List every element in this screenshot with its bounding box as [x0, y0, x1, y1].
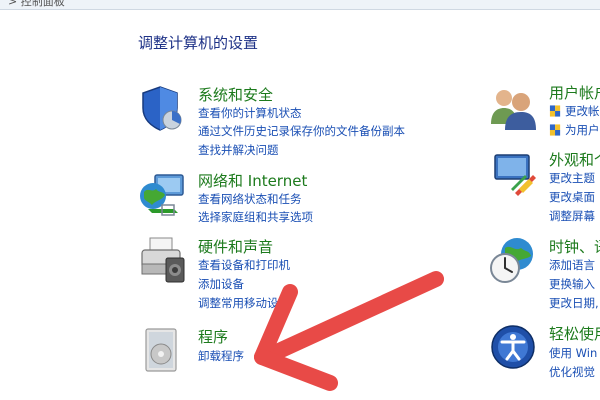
link-homegroup-sharing[interactable]: 选择家庭组和共享选项 [198, 209, 313, 225]
category-title-clock-language[interactable]: 时钟、语 [549, 236, 600, 257]
link-optimize-visual[interactable]: 优化视觉 [549, 364, 595, 380]
category-network-internet: 网络和 Internet 查看网络状态和任务 选择家庭组和共享选项 [138, 171, 438, 231]
category-ease-of-access: 轻松使用 使用 Win 优化视觉 [489, 323, 600, 383]
category-programs: 程序 卸载程序 [138, 326, 438, 376]
window-title-bar: > 控制面板 [0, 0, 600, 10]
category-title-appearance[interactable]: 外观和个 [549, 149, 600, 170]
category-clock-language-region: 时钟、语 添加语言 更换输入 更改日期, [489, 236, 600, 316]
category-appearance: 外观和个 更改主题 更改桌面 调整屏幕 [489, 149, 600, 229]
category-hardware-sound: 硬件和声音 查看设备和打印机 添加设备 调整常用移动设置 [138, 236, 438, 316]
page-title: 调整计算机的设置 [138, 34, 259, 52]
shield-icon[interactable] [138, 84, 186, 132]
link-view-network-status[interactable]: 查看网络状态和任务 [198, 191, 302, 207]
link-mobility-settings[interactable]: 调整常用移动设置 [198, 295, 290, 311]
category-title-network-internet[interactable]: 网络和 Internet [198, 170, 307, 191]
category-title-user-accounts[interactable]: 用户帐户 [549, 82, 600, 103]
printer-icon[interactable] [138, 236, 186, 284]
network-globe-icon[interactable] [138, 171, 186, 219]
users-icon[interactable] [489, 84, 537, 132]
category-user-accounts: 用户帐户 更改帐 为用户 [489, 84, 600, 144]
link-view-computer-status[interactable]: 查看你的计算机状态 [198, 105, 302, 121]
link-change-account[interactable]: 更改帐 [565, 103, 600, 119]
link-change-desktop[interactable]: 更改桌面 [549, 189, 595, 205]
category-title-ease-of-access[interactable]: 轻松使用 [549, 323, 600, 344]
window-title: > 控制面板 [8, 0, 65, 8]
link-devices-printers[interactable]: 查看设备和打印机 [198, 257, 290, 273]
link-for-users[interactable]: 为用户 [565, 122, 600, 138]
clock-globe-icon[interactable] [489, 236, 537, 284]
ease-of-access-icon[interactable] [489, 323, 537, 371]
link-adjust-screen[interactable]: 调整屏幕 [549, 208, 595, 224]
category-system-security: 系统和安全 查看你的计算机状态 通过文件历史记录保存你的文件备份副本 查找并解决… [138, 84, 438, 164]
programs-icon[interactable] [138, 326, 186, 374]
category-title-programs[interactable]: 程序 [198, 326, 228, 347]
category-title-hardware-sound[interactable]: 硬件和声音 [198, 236, 273, 257]
appearance-icon[interactable] [489, 149, 537, 197]
uac-shield-icon [549, 105, 561, 117]
link-troubleshoot[interactable]: 查找并解决问题 [198, 142, 279, 158]
uac-shield-icon [549, 124, 561, 136]
link-use-windows[interactable]: 使用 Win [549, 345, 597, 361]
link-change-date[interactable]: 更改日期, [549, 295, 599, 311]
link-add-language[interactable]: 添加语言 [549, 257, 595, 273]
link-change-theme[interactable]: 更改主题 [549, 170, 595, 186]
link-add-device[interactable]: 添加设备 [198, 276, 244, 292]
link-change-input[interactable]: 更换输入 [549, 276, 595, 292]
link-uninstall-program[interactable]: 卸载程序 [198, 348, 244, 364]
link-file-history-backup[interactable]: 通过文件历史记录保存你的文件备份副本 [198, 123, 405, 139]
category-title-system-security[interactable]: 系统和安全 [198, 84, 273, 105]
